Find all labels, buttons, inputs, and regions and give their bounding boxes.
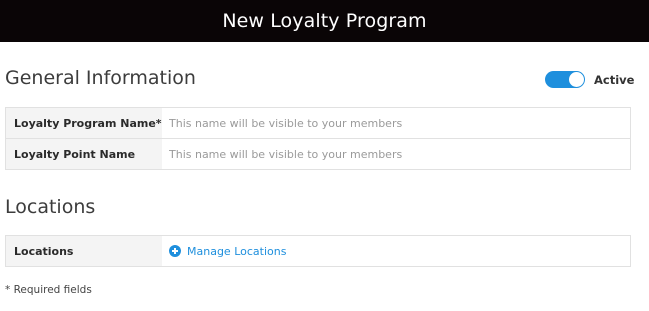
required-fields-note: * Required fields [5,284,92,296]
active-label: Active [594,72,635,87]
locations-row: Locations Manage Locations [6,236,630,266]
header-bar: New Loyalty Program [0,0,649,42]
loyalty-point-name-cell [162,139,630,169]
general-information-form: Loyalty Program Name* Loyalty Point Name [5,107,631,170]
manage-locations-label: Manage Locations [187,244,287,258]
page-title: New Loyalty Program [222,10,427,32]
locations-form: Locations Manage Locations [5,235,631,267]
loyalty-point-name-input[interactable] [169,139,630,169]
loyalty-point-name-row: Loyalty Point Name [6,139,630,169]
loyalty-point-name-label: Loyalty Point Name [6,139,162,169]
locations-label: Locations [6,236,162,266]
loyalty-program-name-label: Loyalty Program Name* [6,108,162,138]
locations-cell: Manage Locations [162,236,630,266]
loyalty-program-name-cell [162,108,630,138]
loyalty-program-name-row: Loyalty Program Name* [6,108,630,139]
active-toggle-group: Active [545,71,634,88]
active-toggle[interactable] [545,71,585,88]
general-information-heading: General Information [5,67,196,89]
toggle-knob [569,72,584,87]
plus-circle-icon [169,245,181,257]
loyalty-program-name-input[interactable] [169,108,630,138]
locations-heading: Locations [5,196,96,218]
manage-locations-link[interactable]: Manage Locations [169,245,286,258]
